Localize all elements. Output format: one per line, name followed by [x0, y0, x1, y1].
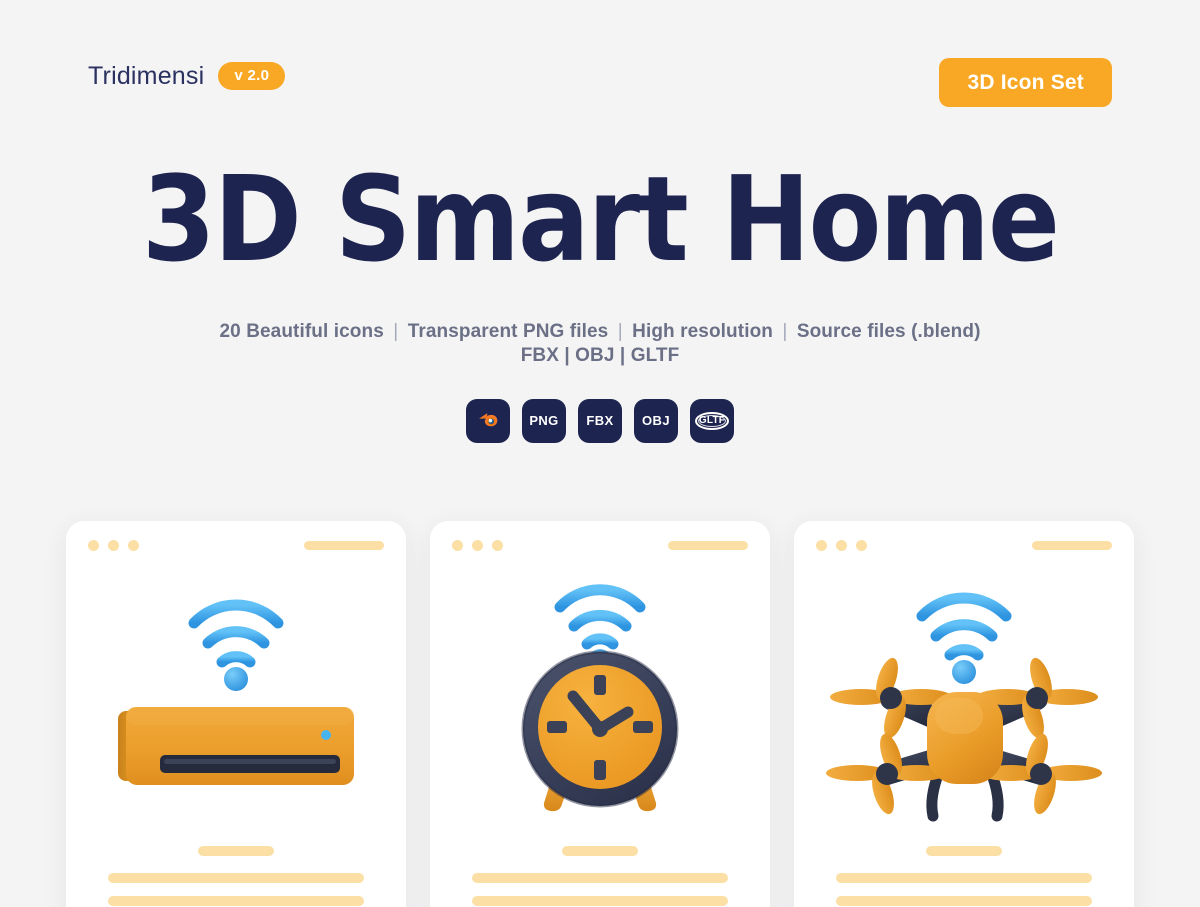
- format-badge-label: PNG: [529, 413, 559, 429]
- format-badge-fbx[interactable]: FBX: [578, 398, 622, 443]
- placeholder-line: [472, 896, 728, 906]
- placeholder-line: [108, 896, 364, 906]
- placeholder-line: [472, 873, 728, 883]
- window-dot: [452, 540, 463, 551]
- card-text-placeholder: [794, 846, 1134, 907]
- brand-lockup: Tridimensi v 2.0: [88, 61, 286, 90]
- blender-logo-icon: [479, 412, 498, 426]
- status-led-icon: [321, 730, 331, 740]
- card-artwork-air-conditioner: [66, 579, 406, 829]
- wifi-icon: [188, 599, 284, 691]
- hero-subtitle: 20 Beautiful icons | Transparent PNG fil…: [0, 320, 1200, 369]
- card-artwork-alarm-clock: [430, 579, 770, 829]
- card-alarm-clock[interactable]: [430, 521, 770, 907]
- format-badge-label: GLTF: [698, 415, 726, 427]
- card-drone[interactable]: [794, 521, 1134, 907]
- smart-alarm-clock-illustration: [521, 584, 679, 812]
- window-dot: [492, 540, 503, 551]
- card-artwork-drone: [794, 579, 1134, 829]
- card-header-bar: [1032, 541, 1112, 550]
- format-badge-label: OBJ: [642, 413, 670, 429]
- card-air-conditioner[interactable]: [66, 521, 406, 907]
- window-dots: [88, 540, 139, 551]
- feature-item-0: 20 Beautiful icons: [219, 321, 384, 342]
- window-dot: [856, 540, 867, 551]
- formats-line: FBX | OBJ | GLTF: [520, 345, 680, 367]
- placeholder-line: [836, 896, 1092, 906]
- top-bar: Tridimensi v 2.0 3D Icon Set: [0, 0, 1200, 140]
- feature-separator: |: [782, 321, 788, 342]
- window-dot: [108, 540, 119, 551]
- placeholder-title-bar: [198, 846, 274, 856]
- window-dot: [128, 540, 139, 551]
- card-text-placeholder: [430, 846, 770, 907]
- placeholder-line: [108, 873, 364, 883]
- format-badge-label: FBX: [586, 413, 614, 429]
- format-badge-row: PNG FBX OBJ GLTF: [0, 398, 1200, 443]
- window-dot: [816, 540, 827, 551]
- smart-drone-illustration: [826, 592, 1102, 822]
- feature-item-3: Source files (.blend): [796, 321, 981, 342]
- wifi-dot-icon: [224, 667, 248, 691]
- window-dot: [88, 540, 99, 551]
- placeholder-line: [836, 873, 1092, 883]
- version-badge: v 2.0: [218, 62, 286, 90]
- air-conditioner-unit: [118, 707, 354, 785]
- window-dot: [472, 540, 483, 551]
- feature-item-1: Transparent PNG files: [407, 321, 609, 342]
- smart-air-conditioner-illustration: [118, 599, 354, 785]
- card-header: [88, 540, 384, 551]
- card-header: [452, 540, 748, 551]
- card-text-placeholder: [66, 846, 406, 907]
- format-badge-gltf[interactable]: GLTF: [690, 398, 734, 443]
- card-header-bar: [668, 541, 748, 550]
- placeholder-title-bar: [562, 846, 638, 856]
- 3d-icon-set-button[interactable]: 3D Icon Set: [939, 58, 1112, 107]
- gltf-format-icon: GLTF: [695, 411, 729, 431]
- page-title: 3D Smart Home: [141, 150, 1060, 288]
- feature-item-2: High resolution: [632, 321, 773, 342]
- feature-separator: |: [393, 321, 399, 342]
- window-dots: [452, 540, 503, 551]
- placeholder-title-bar: [926, 846, 1002, 856]
- card-header: [816, 540, 1112, 551]
- format-badge-blender[interactable]: [466, 398, 510, 443]
- card-header-bar: [304, 541, 384, 550]
- format-badge-obj[interactable]: OBJ: [634, 398, 678, 443]
- window-dot: [836, 540, 847, 551]
- wifi-dot-icon: [952, 660, 976, 684]
- hero-section: 3D Smart Home 20 Beautiful icons | Trans…: [0, 160, 1200, 443]
- window-dots: [816, 540, 867, 551]
- brand-name: Tridimensi: [88, 61, 205, 90]
- format-badge-png[interactable]: PNG: [522, 398, 566, 443]
- card-row: [66, 521, 1134, 907]
- feature-separator: |: [617, 321, 623, 342]
- wifi-icon: [916, 592, 1012, 684]
